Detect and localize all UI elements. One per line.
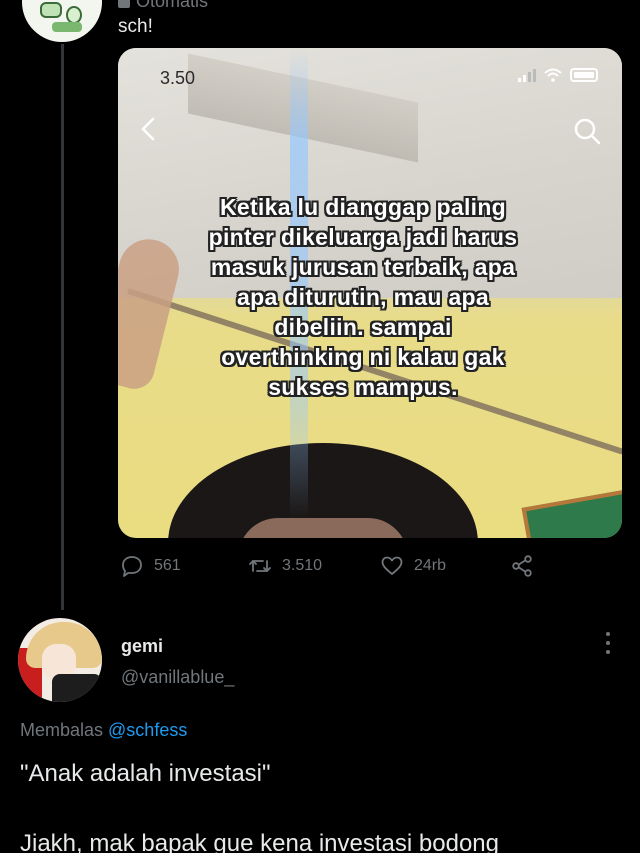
wifi-icon [544, 68, 562, 82]
thread-connector-line [61, 40, 64, 610]
tweet-thread-screen: Otomatis sch! 3.50 Ketika lu dianggap pa… [0, 0, 640, 853]
quoted-user-avatar[interactable] [20, 0, 104, 44]
back-icon[interactable] [136, 116, 162, 142]
tweet-action-bar: 561 3.510 24rb [120, 554, 560, 584]
share-button[interactable] [510, 554, 534, 578]
replying-to-line: Membalas @schfess [20, 720, 187, 741]
media-wall-painting [521, 488, 622, 538]
reply-button[interactable]: 561 [120, 554, 181, 578]
media-person-face [238, 518, 408, 538]
signal-icon [518, 68, 536, 82]
avatar-art [52, 674, 102, 702]
tweet-media-image[interactable]: 3.50 Ketika lu dianggap paling pinter di… [118, 48, 622, 538]
battery-icon [570, 68, 598, 82]
media-status-icons [518, 68, 598, 82]
replying-mention-link[interactable]: @schfess [108, 720, 187, 740]
more-icon[interactable] [596, 628, 620, 658]
like-icon [381, 556, 403, 575]
tweet-text: sch! [118, 16, 153, 37]
share-icon [512, 555, 532, 577]
media-caption-overlay: Ketika lu dianggap paling pinter dikelua… [208, 194, 518, 400]
reply-text-line: Jiakh, mak bapak gue kena investasi bodo… [20, 830, 499, 853]
quoted-user-name[interactable]: Otomatis [118, 0, 208, 12]
retweet-count: 3.510 [282, 557, 323, 574]
avatar-doodle [40, 2, 62, 18]
verified-badge-icon [118, 0, 130, 9]
retweet-icon [249, 560, 271, 572]
avatar-doodle [52, 22, 82, 32]
like-button[interactable]: 24rb [380, 554, 446, 578]
reply-count: 561 [154, 557, 181, 574]
search-icon[interactable] [572, 116, 602, 146]
reply-user-avatar[interactable] [18, 618, 102, 702]
reply-display-name[interactable]: gemi [121, 636, 163, 657]
quoted-user-name-text: Otomatis [136, 0, 209, 11]
like-count: 24rb [414, 557, 447, 574]
media-status-time: 3.50 [160, 68, 196, 88]
retweet-button[interactable]: 3.510 [248, 554, 322, 578]
reply-text-line: "Anak adalah investasi" [20, 760, 271, 787]
reply-icon [122, 556, 142, 577]
media-hand [118, 232, 186, 394]
reply-handle[interactable]: @vanillablue_ [121, 667, 234, 688]
replying-prefix: Membalas [20, 720, 109, 740]
